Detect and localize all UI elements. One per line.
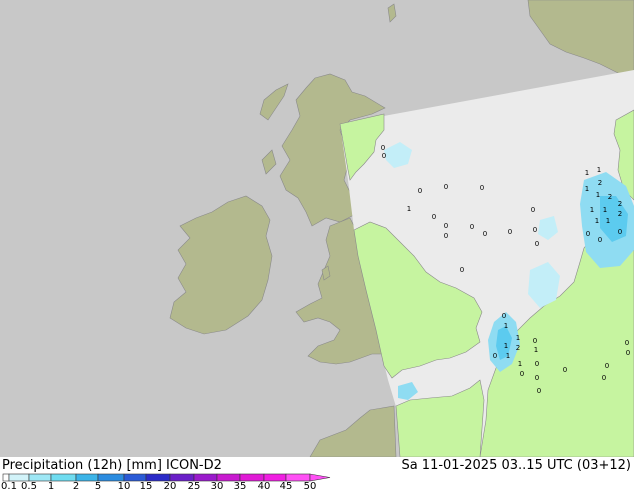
precip-value-label: 0 (444, 183, 448, 191)
precip-value-label: 0 (535, 360, 539, 368)
precip-value-label: 0 (520, 370, 524, 378)
precip-value-label: 0 (444, 232, 448, 240)
precip-value-label: 0 (508, 228, 512, 236)
precip-value-label: 0 (535, 374, 539, 382)
precip-value-label: 0 (598, 236, 602, 244)
precip-value-label: 1 (506, 352, 510, 360)
legend-tick-label: 15 (139, 481, 153, 492)
legend-tick-label: 50 (303, 481, 317, 492)
legend-tick-label: 35 (233, 481, 247, 492)
precip-value-label: 0 (418, 187, 422, 195)
precip-value-label: 1 (597, 166, 601, 174)
legend-color-box (193, 473, 218, 482)
precip-value-label: 0 (381, 144, 385, 152)
precip-value-label: 0 (533, 226, 537, 234)
precip-value-label: 1 (595, 217, 599, 225)
legend-color-box (75, 473, 99, 482)
precip-value-label: 0 (502, 312, 506, 320)
legend-color-box (169, 473, 195, 482)
precip-value-label: 0 (533, 337, 537, 345)
precip-value-label: 0 (493, 352, 497, 360)
legend-color-box (263, 473, 287, 482)
legend-tick-label: 5 (94, 481, 102, 492)
precip-value-label: 0 (537, 387, 541, 395)
precip-value-label: 1 (518, 360, 522, 368)
precip-value-label: 2 (618, 210, 622, 218)
precip-value-label: 1 (590, 206, 594, 214)
precip-value-label: 0 (625, 339, 629, 347)
map-footer: Precipitation (12h) [mm] ICON-D2 Sa 11-0… (0, 457, 634, 492)
legend-color-box (145, 473, 171, 482)
precip-value-label: 1 (585, 185, 589, 193)
precip-value-label: 0 (470, 223, 474, 231)
legend-color-box (2, 473, 10, 482)
precip-value-label: 0 (432, 213, 436, 221)
precip-value-label: 1 (516, 334, 520, 342)
legend-tick-label: 2 (72, 481, 80, 492)
precip-value-label: 1 (585, 169, 589, 177)
legend-color-box (28, 473, 52, 482)
precip-value-label: 2 (618, 200, 622, 208)
valid-time: Sa 11-01-2025 03..15 UTC (03+12) (401, 458, 631, 473)
legend-color-box (50, 473, 77, 482)
precip-value-label: 1 (606, 217, 610, 225)
precip-value-label: 1 (596, 191, 600, 199)
precip-value-label: 0 (618, 228, 622, 236)
precip-value-label: 1 (534, 346, 538, 354)
precip-value-label: 0 (586, 230, 590, 238)
precip-value-label: 0 (535, 240, 539, 248)
precip-value-label: 1 (504, 322, 508, 330)
legend-color-box (8, 473, 30, 482)
precip-value-label: 1 (407, 205, 411, 213)
legend-tick-label: 40 (257, 481, 271, 492)
legend-color-box (285, 473, 311, 482)
precip-value-label: 0 (483, 230, 487, 238)
legend-color-box (123, 473, 147, 482)
legend-tick-label: 30 (210, 481, 224, 492)
precip-value-label: 0 (480, 184, 484, 192)
precip-value-label: 1 (603, 206, 607, 214)
legend-tick-label: 0.1 (1, 481, 17, 492)
precip-value-label: 0 (563, 366, 567, 374)
legend-tick-label: 1 (47, 481, 55, 492)
precip-value-label: 0 (531, 206, 535, 214)
legend-tick-label: 0.5 (21, 481, 37, 492)
precip-value-label: 0 (382, 152, 386, 160)
legend-overflow-arrow (309, 473, 331, 482)
precip-value-label: 2 (598, 179, 602, 187)
legend-tick-label: 10 (117, 481, 131, 492)
legend-tick-label: 45 (279, 481, 293, 492)
precip-value-label: 0 (605, 362, 609, 370)
precip-value-label: 0 (626, 349, 630, 357)
precipitation-map: 000 0 0100 00 0 00001 1211 221 1 21 1000111 2110100… (0, 0, 634, 457)
precip-value-label: 1 (504, 342, 508, 350)
legend-color-box (97, 473, 125, 482)
map-title: Precipitation (12h) [mm] ICON-D2 (2, 458, 222, 473)
legend-color-box (239, 473, 265, 482)
legend-tick-label: 20 (163, 481, 177, 492)
precip-value-label: 0 (444, 222, 448, 230)
precip-value-label: 2 (516, 344, 520, 352)
precip-value-label: 2 (608, 193, 612, 201)
precip-value-label: 0 (602, 374, 606, 382)
precip-value-label: 0 (460, 266, 464, 274)
legend-color-box (216, 473, 241, 482)
legend-tick-label: 25 (187, 481, 201, 492)
